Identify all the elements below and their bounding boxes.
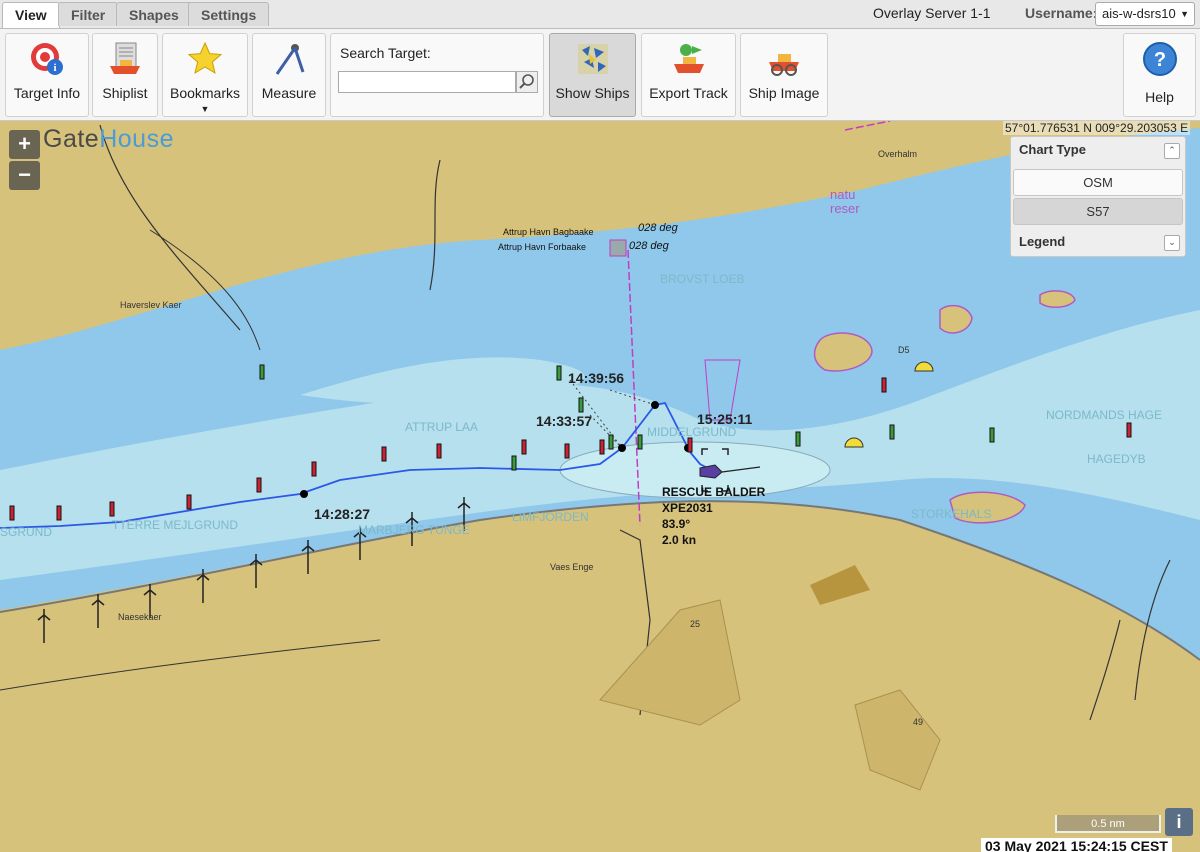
target-info-label: Target Info xyxy=(13,85,81,101)
shiplist-icon xyxy=(110,42,140,74)
place-label: BROVST LOEB xyxy=(660,272,745,286)
ships-icon xyxy=(577,44,608,74)
zoom-controls: + − xyxy=(9,130,40,190)
measure-label: Measure xyxy=(261,85,317,101)
place-label: Attrup Havn Forbaake xyxy=(498,242,587,252)
server-name: Overlay Server 1-1 xyxy=(873,5,991,21)
place-label: Attrup Havn Bagbaake xyxy=(503,227,594,237)
search-input[interactable] xyxy=(338,71,516,93)
expand-down-icon[interactable]: ⌄ xyxy=(1164,235,1180,251)
tab-filter[interactable]: Filter xyxy=(58,2,119,26)
collapse-up-icon[interactable]: ⌃ xyxy=(1164,143,1180,159)
shiplist-label: Shiplist xyxy=(102,85,148,101)
help-button[interactable]: ? Help xyxy=(1123,33,1196,117)
place-label: 028 deg xyxy=(629,240,669,252)
target-info-icon: i xyxy=(31,43,63,75)
chart-type-title: Chart Type xyxy=(1019,142,1086,157)
svg-text:?: ? xyxy=(1153,49,1165,71)
track-time-label: 14:33:57 xyxy=(536,413,593,429)
zoom-in-button[interactable]: + xyxy=(9,130,40,159)
chevron-down-icon: ▼ xyxy=(1180,9,1189,19)
tab-shapes[interactable]: Shapes xyxy=(116,2,192,26)
place-label: NORDMANDS HAGE xyxy=(1046,408,1163,422)
chart-type-s57-button[interactable]: S57 xyxy=(1013,198,1183,225)
help-label: Help xyxy=(1145,89,1174,105)
username-value: ais-w-dsrs10 xyxy=(1102,6,1176,21)
bookmarks-button[interactable]: Bookmarks ▼ xyxy=(162,33,248,117)
tab-view[interactable]: View xyxy=(2,2,60,28)
toolbar: i Target Info Shiplist Bookmarks ▼ Measu… xyxy=(0,29,1200,121)
place-label: MIDDELGRUND xyxy=(647,425,737,439)
shiplist-button[interactable]: Shiplist xyxy=(92,33,158,117)
place-label: Overhalm xyxy=(878,149,918,159)
place-label: natu xyxy=(830,187,856,202)
scale-bar: 0.5 nm xyxy=(1055,815,1161,833)
place-label: reser xyxy=(830,201,860,216)
username-label: Username: xyxy=(1025,5,1098,21)
place-label: LIMFJORDEN xyxy=(512,510,589,524)
help-icon: ? xyxy=(1142,42,1177,76)
export-track-icon xyxy=(673,44,704,73)
place-label: SGRUND xyxy=(0,525,53,539)
gatehouse-logo: GateHouse xyxy=(43,125,174,153)
ship-label[interactable]: RESCUE BALDER XPE2031 83.9° 2.0 kn xyxy=(662,484,765,548)
measure-button[interactable]: Measure xyxy=(252,33,326,117)
chart-type-osm-button[interactable]: OSM xyxy=(1013,169,1183,196)
place-label: STORKEHALS xyxy=(911,507,992,521)
zoom-out-button[interactable]: − xyxy=(9,161,40,190)
star-icon xyxy=(187,41,223,75)
export-track-label: Export Track xyxy=(649,85,728,101)
place-label: ATTRUP LAA xyxy=(405,420,478,434)
show-ships-label: Show Ships xyxy=(555,85,630,101)
search-icon xyxy=(519,74,534,89)
tab-settings[interactable]: Settings xyxy=(188,2,270,26)
place-label: Naesekaer xyxy=(118,612,162,622)
export-track-button[interactable]: Export Track xyxy=(641,33,736,117)
ship-image-button[interactable]: Ship Image xyxy=(740,33,828,117)
info-button[interactable]: i xyxy=(1165,808,1193,836)
coordinate-readout: 57°01.776531 N 009°29.203053 E xyxy=(1003,121,1191,135)
search-button[interactable] xyxy=(516,71,538,93)
place-label: Haverslev Kaer xyxy=(120,300,182,310)
chart-type-panel: Chart Type ⌃ OSM S57 Legend ⌄ xyxy=(1010,136,1186,257)
target-info-button[interactable]: i Target Info xyxy=(5,33,89,117)
ship-callsign: XPE2031 xyxy=(662,501,713,515)
place-label: D5 xyxy=(898,345,910,355)
place-label: HAGEDYB xyxy=(1087,452,1146,466)
ship-image-label: Ship Image xyxy=(748,85,820,101)
place-label: 028 deg xyxy=(638,222,678,234)
place-label: MARBJERG TUNGE xyxy=(358,523,470,537)
legend-title[interactable]: Legend xyxy=(1019,234,1065,249)
place-label: TTERRE MEJLGRUND xyxy=(112,518,239,532)
ship-speed: 2.0 kn xyxy=(662,533,697,547)
track-time-label: 15:25:11 xyxy=(697,411,753,427)
track-time-label: 14:28:27 xyxy=(314,506,371,522)
username-select[interactable]: ais-w-dsrs10 ▼ xyxy=(1095,2,1195,26)
track-time-label: 14:39:56 xyxy=(568,370,625,386)
place-label: Vaes Enge xyxy=(550,562,594,572)
ship-image-icon xyxy=(769,54,799,76)
chevron-down-icon: ▼ xyxy=(200,104,210,114)
ship-name: RESCUE BALDER xyxy=(662,485,766,499)
place-label: 25 xyxy=(690,619,701,629)
compass-icon xyxy=(275,44,305,75)
place-label: 49 xyxy=(913,717,924,727)
show-ships-button[interactable]: Show Ships xyxy=(549,33,636,117)
search-panel: Search Target: xyxy=(330,33,544,117)
svg-text:i: i xyxy=(53,62,56,74)
bookmarks-label: Bookmarks xyxy=(169,85,241,101)
search-label: Search Target: xyxy=(340,45,431,61)
ship-course: 83.9° xyxy=(662,517,691,531)
tab-bar: View Filter Shapes Settings Overlay Serv… xyxy=(0,0,1200,29)
